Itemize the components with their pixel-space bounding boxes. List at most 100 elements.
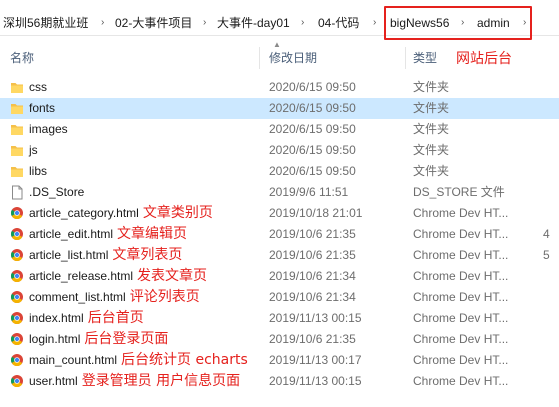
file-annotation: 发表文章页 (137, 268, 208, 284)
file-annotation: 后台首页 (87, 310, 144, 326)
file-name[interactable]: article_category.html 文章类别页 (29, 203, 213, 224)
file-row[interactable]: index.html 后台首页 2019/11/13 00:15 Chrome Dev… (0, 308, 559, 329)
file-date: 2020/6/15 09:50 (269, 101, 356, 115)
file-type: 文件夹 (413, 143, 450, 157)
file-annotation: 文章编辑页 (117, 226, 188, 242)
file-row[interactable]: libs 2020/6/15 09:50 文件夹 (0, 161, 559, 182)
folder-icon (10, 80, 24, 95)
file-date: 2020/6/15 09:50 (269, 80, 356, 94)
file-type: Chrome Dev HT... (413, 248, 509, 262)
annotation-admin: 网站后台 (456, 51, 512, 67)
file-name[interactable]: comment_list.html 评论列表页 (29, 287, 200, 308)
file-type: 文件夹 (413, 80, 450, 94)
address-bar[interactable]: 深圳56期就业班 › 02-大事件项目 › 大事件-day01 › 04-代码 … (0, 0, 559, 40)
highlight-box (384, 6, 532, 40)
file-name[interactable]: css (29, 77, 47, 98)
column-date[interactable]: 修改日期 (269, 47, 317, 69)
file-date: 2019/9/6 11:51 (269, 185, 349, 199)
chrome-icon (10, 206, 24, 221)
file-row[interactable]: login.html 后台登录页面 2019/10/6 21:35 Chrome De… (0, 329, 559, 350)
file-row[interactable]: user.html 登录管理员 用户信息页面 2019/11/13 00:15 Chr… (0, 371, 559, 392)
file-name[interactable]: article_list.html 文章列表页 (29, 245, 182, 266)
file-name-text: fonts (29, 101, 56, 115)
file-annotation: 评论列表页 (129, 289, 200, 305)
chrome-icon (10, 269, 24, 284)
file-type: Chrome Dev HT... (413, 353, 509, 367)
breadcrumb-separator-icon[interactable]: › (203, 15, 206, 31)
file-date: 2019/10/18 21:01 (269, 206, 363, 220)
file-row[interactable]: article_list.html 文章列表页 2019/10/6 21:35 Chr… (0, 245, 559, 266)
file-name-text: js (29, 143, 38, 157)
chrome-icon (10, 311, 24, 326)
file-row[interactable]: article_category.html 文章类别页 2019/10/18 21:… (0, 203, 559, 224)
file-annotation: 登录管理员 用户信息页面 (81, 373, 241, 389)
breadcrumb-segment[interactable]: 02-大事件项目 (115, 15, 192, 31)
file-name[interactable]: libs (29, 161, 47, 182)
file-annotation: 文章类别页 (142, 205, 213, 221)
file-row[interactable]: main_count.html 后台统计页 echarts 2019/11/13 0… (0, 350, 559, 371)
file-row[interactable]: article_edit.html 文章编辑页 2019/10/6 21:35 Chr… (0, 224, 559, 245)
file-icon (10, 185, 24, 200)
file-type: Chrome Dev HT... (413, 206, 509, 220)
file-name[interactable]: js (29, 140, 38, 161)
breadcrumb-separator-icon[interactable]: › (301, 15, 304, 31)
chrome-icon (10, 248, 24, 263)
file-date: 2020/6/15 09:50 (269, 122, 356, 136)
file-type: 文件夹 (413, 164, 450, 178)
file-name[interactable]: user.html 登录管理员 用户信息页面 (29, 371, 240, 392)
file-name-text: libs (29, 164, 48, 178)
file-type: Chrome Dev HT... (413, 269, 509, 283)
file-type: Chrome Dev HT... (413, 311, 509, 325)
file-date: 2019/10/6 21:35 (269, 248, 356, 262)
chrome-icon (10, 353, 24, 368)
file-name[interactable]: article_release.html 发表文章页 (29, 266, 207, 287)
file-name[interactable]: fonts (29, 98, 55, 119)
file-date: 2019/10/6 21:35 (269, 332, 356, 346)
folder-icon (10, 164, 24, 179)
breadcrumb-segment[interactable]: 深圳56期就业班 (3, 15, 88, 31)
file-name-text: .DS_Store (29, 185, 85, 199)
file-date: 2019/10/6 21:35 (269, 227, 356, 241)
column-type[interactable]: 类型 (413, 47, 437, 69)
file-name-text: article_edit.html (29, 227, 114, 241)
file-row[interactable]: fonts 2020/6/15 09:50 文件夹 (0, 98, 559, 119)
file-date: 2019/11/13 00:17 (269, 353, 362, 367)
file-date: 2020/6/15 09:50 (269, 143, 356, 157)
file-name[interactable]: login.html 后台登录页面 (29, 329, 168, 350)
file-type: 文件夹 (413, 122, 450, 136)
file-row[interactable]: css 2020/6/15 09:50 文件夹 (0, 77, 559, 98)
folder-icon (10, 101, 24, 116)
file-name[interactable]: main_count.html 后台统计页 echarts (29, 350, 248, 371)
folder-icon (10, 122, 24, 137)
breadcrumb-segment[interactable]: 大事件-day01 (217, 15, 290, 31)
file-name[interactable]: article_edit.html 文章编辑页 (29, 224, 187, 245)
file-annotation: 后台统计页 echarts (121, 352, 248, 368)
file-type: Chrome Dev HT... (413, 290, 509, 304)
file-row[interactable]: article_release.html 发表文章页 2019/10/6 21:34… (0, 266, 559, 287)
chrome-icon (10, 332, 24, 347)
file-name[interactable]: .DS_Store (29, 182, 84, 203)
breadcrumb-segment[interactable]: 04-代码 (318, 15, 359, 31)
file-name[interactable]: index.html 后台首页 (29, 308, 144, 329)
file-type: Chrome Dev HT... (413, 227, 509, 241)
breadcrumb-separator-icon[interactable]: › (373, 15, 376, 31)
file-name-text: article_release.html (29, 269, 134, 283)
file-row[interactable]: comment_list.html 评论列表页 2019/10/6 21:34 Chr… (0, 287, 559, 308)
file-row[interactable]: .DS_Store 2019/9/6 11:51 DS_STORE 文件 (0, 182, 559, 203)
column-name[interactable]: 名称 (10, 47, 34, 69)
file-name-text: user.html (29, 374, 78, 388)
file-size-partial: 4 (543, 227, 550, 241)
file-name[interactable]: images (29, 119, 68, 140)
file-type: Chrome Dev HT... (413, 374, 509, 388)
file-type: Chrome Dev HT... (413, 332, 509, 346)
breadcrumb-separator-icon[interactable]: › (101, 15, 104, 31)
file-date: 2019/10/6 21:34 (269, 290, 356, 304)
column-divider[interactable] (405, 47, 406, 69)
file-annotation: 后台登录页面 (84, 331, 169, 347)
file-row[interactable]: js 2020/6/15 09:50 文件夹 (0, 140, 559, 161)
file-date: 2019/11/13 00:15 (269, 374, 362, 388)
file-row[interactable]: images 2020/6/15 09:50 文件夹 (0, 119, 559, 140)
column-divider[interactable] (259, 47, 260, 69)
file-type: DS_STORE 文件 (413, 185, 505, 199)
file-name-text: main_count.html (29, 353, 118, 367)
